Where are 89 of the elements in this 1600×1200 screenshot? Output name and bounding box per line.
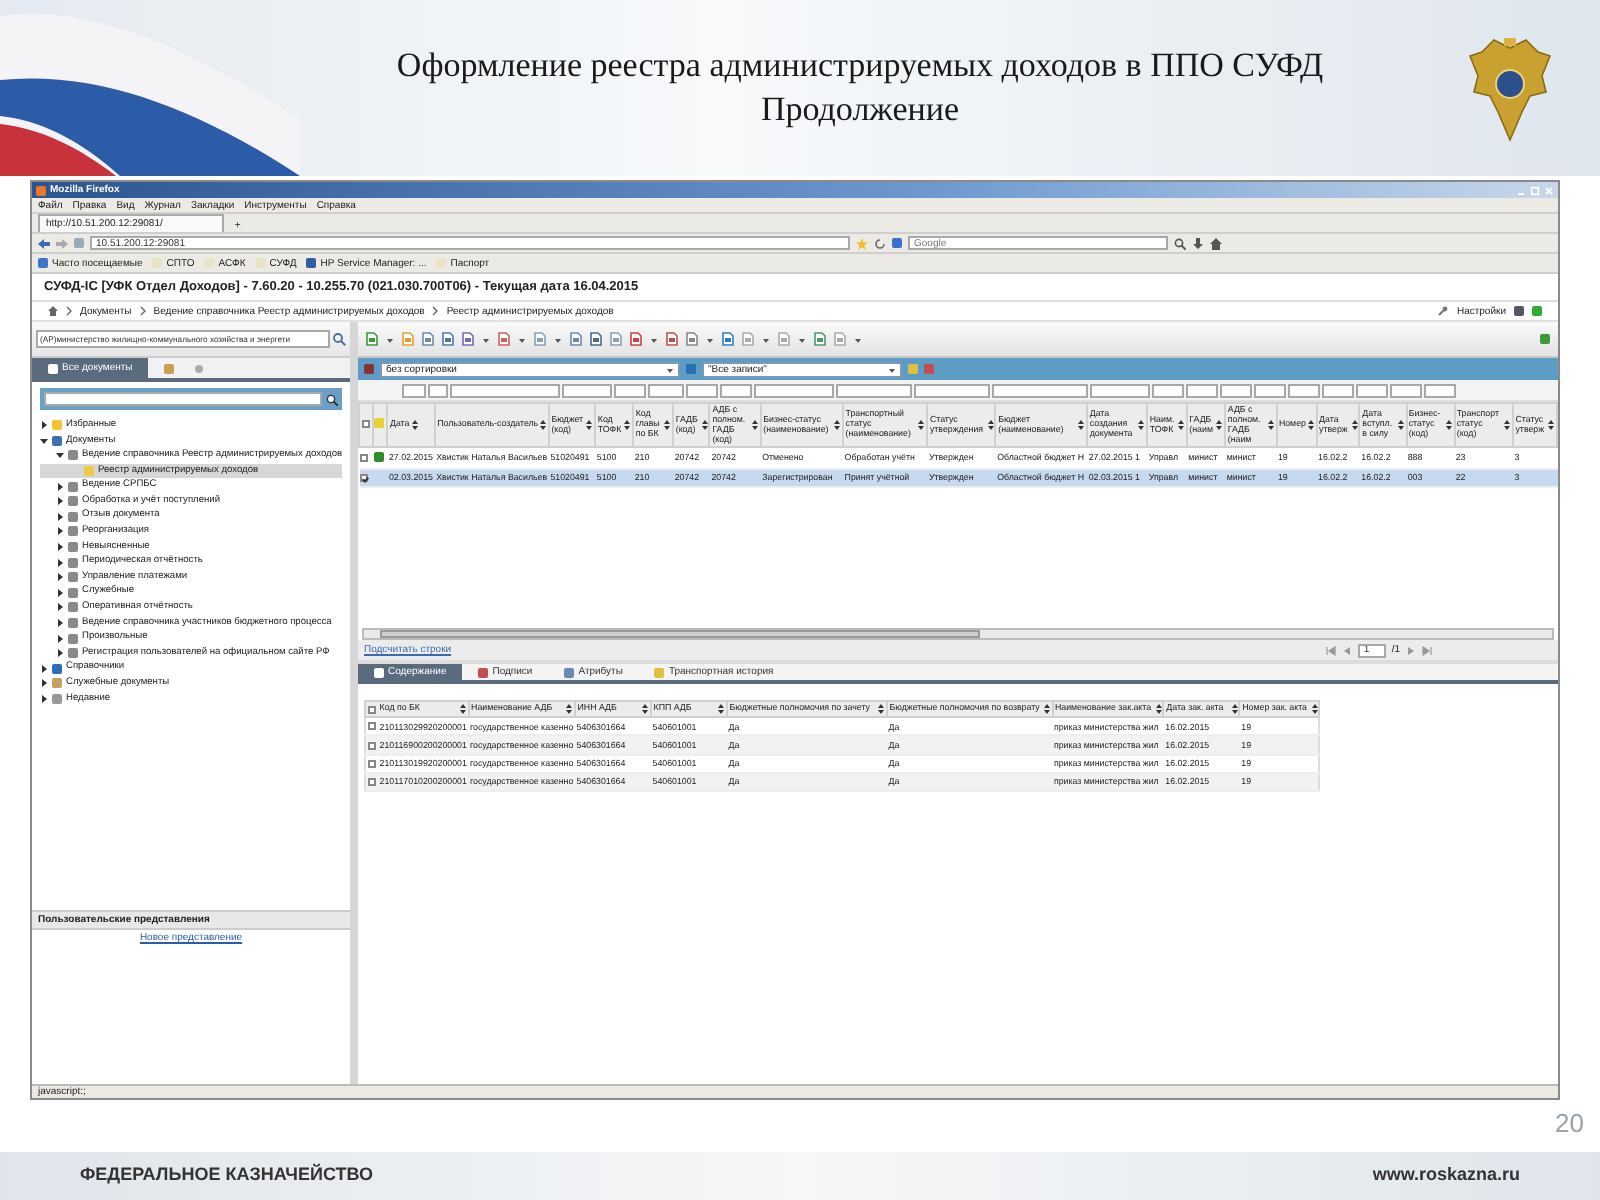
status-icon: [374, 418, 385, 429]
filter-field[interactable]: [1090, 383, 1150, 397]
browser-logo-icon: [36, 185, 46, 195]
filter-field[interactable]: [992, 383, 1088, 397]
select-all-checkbox[interactable]: [367, 705, 376, 713]
filter-field[interactable]: [686, 383, 718, 397]
filter-field[interactable]: [720, 383, 752, 397]
filter-field[interactable]: [1322, 383, 1354, 397]
filter-field[interactable]: [1220, 383, 1252, 397]
home-icon[interactable]: [48, 306, 58, 316]
filter-field[interactable]: [614, 383, 646, 397]
next-page-icon[interactable]: [1406, 645, 1416, 655]
page-number: 20: [1555, 1106, 1584, 1142]
collapsed-arrow-icon[interactable]: [40, 693, 48, 704]
download-icon[interactable]: [1192, 237, 1204, 249]
filter-field[interactable]: [428, 383, 448, 397]
filter-field[interactable]: [1288, 383, 1320, 397]
document-icon[interactable]: [442, 332, 454, 346]
document-icon[interactable]: [366, 332, 378, 346]
document-icon[interactable]: [666, 332, 678, 346]
emblem-drawing: [1466, 32, 1554, 144]
collapsed-arrow-icon[interactable]: [56, 648, 64, 659]
row-checkbox[interactable]: [360, 454, 369, 463]
wrench-icon[interactable]: [1438, 306, 1449, 316]
collapsed-arrow-icon[interactable]: [56, 572, 64, 583]
filter-field[interactable]: [1356, 383, 1388, 397]
collapsed-arrow-icon[interactable]: [56, 633, 64, 644]
filter-field[interactable]: [1186, 383, 1218, 397]
collapsed-arrow-icon[interactable]: [56, 618, 64, 629]
filter-field[interactable]: [44, 392, 322, 406]
filter-field[interactable]: [914, 383, 990, 397]
document-icon[interactable]: [498, 332, 510, 346]
document-icon[interactable]: [630, 332, 642, 346]
first-page-icon[interactable]: [1325, 645, 1336, 655]
collapsed-arrow-icon[interactable]: [56, 511, 64, 522]
search-icon[interactable]: [1174, 237, 1186, 249]
document-icon[interactable]: [610, 332, 622, 346]
filter-field[interactable]: [1424, 383, 1456, 397]
filter-field[interactable]: [1390, 383, 1422, 397]
horizontal-scrollbar[interactable]: [362, 628, 1554, 640]
row-checkbox[interactable]: [367, 759, 376, 768]
filter-field[interactable]: [1254, 383, 1286, 397]
document-icon[interactable]: [590, 332, 602, 346]
document-icon[interactable]: [722, 332, 734, 346]
row-checkbox[interactable]: [367, 722, 376, 731]
filter-field[interactable]: [648, 383, 684, 397]
expanded-arrow-icon[interactable]: [40, 435, 48, 446]
document-icon[interactable]: [686, 332, 698, 346]
search-icon[interactable]: [326, 393, 338, 405]
collapsed-arrow-icon[interactable]: [56, 557, 64, 568]
chevron-icon: [139, 306, 146, 316]
select-all-checkbox[interactable]: [361, 420, 370, 429]
home-icon[interactable]: [1210, 237, 1222, 249]
filter-field[interactable]: [450, 383, 560, 397]
collapsed-arrow-icon[interactable]: [56, 542, 64, 553]
filter-field[interactable]: [562, 383, 612, 397]
filter-field[interactable]: [402, 383, 426, 397]
collapsed-arrow-icon[interactable]: [56, 496, 64, 507]
collapsed-arrow-icon[interactable]: [40, 663, 48, 674]
last-page-icon[interactable]: [1422, 645, 1432, 655]
back-icon[interactable]: [38, 237, 50, 249]
expanded-arrow-icon[interactable]: [56, 450, 64, 461]
collapsed-arrow-icon[interactable]: [56, 602, 64, 613]
chevron-icon: [432, 306, 439, 316]
filter-field[interactable]: [836, 383, 912, 397]
previous-page-icon[interactable]: [1341, 645, 1352, 655]
document-icon[interactable]: [534, 332, 546, 346]
reload-icon[interactable]: [874, 237, 886, 249]
document-icon[interactable]: [814, 332, 826, 346]
filter-field[interactable]: [1152, 383, 1184, 397]
collapsed-arrow-icon[interactable]: [56, 587, 64, 598]
document-icon[interactable]: [570, 332, 582, 346]
filter-field[interactable]: [754, 383, 834, 397]
collapsed-arrow-icon[interactable]: [56, 481, 64, 492]
sort-icon[interactable]: [411, 420, 418, 431]
sort-icon[interactable]: [1311, 704, 1317, 714]
collapsed-arrow-icon[interactable]: [56, 526, 64, 537]
chevron-icon: [66, 306, 72, 316]
document-icon[interactable]: [422, 332, 434, 346]
collapsed-arrow-icon[interactable]: [40, 678, 48, 689]
row-checkbox[interactable]: [367, 741, 376, 750]
sort-icon[interactable]: [1548, 420, 1555, 431]
slide-title: Оформление реестра администрируемых доходов в ППО СУФД Продолжение: [394, 43, 1326, 132]
row-checkbox[interactable]: [367, 778, 376, 787]
row-checkbox[interactable]: [360, 474, 369, 482]
document-icon[interactable]: [462, 332, 474, 346]
footer-link[interactable]: www.roskazna.ru: [1372, 1162, 1520, 1190]
footer-title: ФЕДЕРАЛЬНОЕ КАЗНАЧЕЙСТВО: [80, 1162, 373, 1189]
collapsed-arrow-icon[interactable]: [40, 420, 48, 431]
